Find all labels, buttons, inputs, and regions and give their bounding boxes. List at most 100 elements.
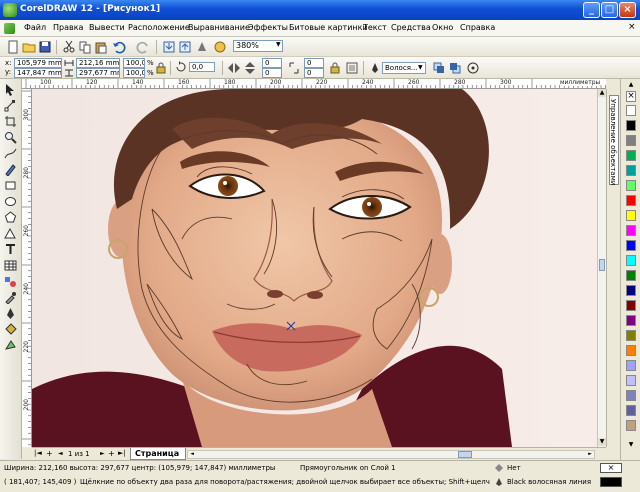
menu-edit[interactable]: Правка (53, 23, 83, 32)
pick-tool-icon[interactable] (4, 83, 17, 96)
height-field[interactable]: 297,677 mm (76, 68, 120, 78)
color-swatch[interactable] (626, 210, 636, 221)
vertical-scroll-thumb[interactable] (599, 259, 605, 271)
color-swatch[interactable] (626, 390, 636, 401)
last-page-icon[interactable]: ►| (118, 449, 126, 457)
portrait-artwork[interactable] (32, 89, 597, 447)
undo-icon[interactable] (112, 40, 126, 54)
color-swatch[interactable] (626, 180, 636, 191)
smart-fill-tool-icon[interactable] (4, 163, 17, 176)
palette-scroll-up-icon[interactable]: ▲ (626, 81, 636, 88)
application-launcher-icon[interactable] (195, 40, 209, 54)
first-page-icon[interactable]: |◄ (34, 449, 42, 457)
add-page-after-icon[interactable]: + (108, 449, 115, 458)
convert-to-curves-icon[interactable] (466, 61, 480, 75)
corel-online-icon[interactable] (213, 40, 227, 54)
color-swatch[interactable] (626, 240, 636, 251)
color-swatch[interactable] (626, 255, 636, 266)
color-swatch[interactable] (626, 315, 636, 326)
menu-view[interactable]: Вывести (89, 23, 125, 32)
color-swatch[interactable] (626, 345, 636, 356)
zoom-dropdown-arrow-icon[interactable]: ▼ (276, 41, 284, 51)
open-folder-icon[interactable] (22, 40, 36, 54)
save-icon[interactable] (38, 40, 52, 54)
color-swatch[interactable] (626, 120, 636, 131)
zoom-tool-icon[interactable] (4, 131, 17, 144)
corner-roundness-field-1[interactable]: 0 (262, 58, 282, 68)
outline-pen-icon[interactable] (370, 62, 380, 74)
menu-align[interactable]: Выравнивание (188, 23, 250, 32)
scroll-down-icon[interactable]: ▼ (598, 438, 606, 446)
paste-icon[interactable] (94, 40, 108, 54)
color-swatch[interactable] (626, 165, 636, 176)
horizontal-scrollbar[interactable]: ◄ ► (187, 450, 595, 459)
color-swatch[interactable] (626, 195, 636, 206)
color-swatch[interactable] (626, 405, 636, 416)
x-position-field[interactable]: 105,979 mm (14, 58, 62, 68)
color-swatch[interactable] (626, 300, 636, 311)
text-tool-icon[interactable] (4, 243, 17, 256)
scale-height-field[interactable]: 100,0 (123, 68, 145, 78)
page-tab-1[interactable]: Страница 1 (130, 448, 186, 469)
menu-help[interactable]: Справка (460, 23, 495, 32)
add-page-before-icon[interactable]: + (46, 449, 53, 458)
color-swatch[interactable] (626, 330, 636, 341)
color-swatch[interactable] (626, 150, 636, 161)
menu-bitmaps[interactable]: Битовые картинки (289, 23, 368, 32)
menu-file[interactable]: Файл (24, 23, 46, 32)
wrap-text-icon[interactable] (345, 61, 359, 75)
outline-dropdown-arrow-icon[interactable]: ▼ (418, 64, 423, 71)
mirror-vertical-icon[interactable] (243, 61, 257, 75)
vertical-scrollbar[interactable]: ▲ ▼ (597, 89, 606, 447)
menu-effects[interactable]: Эффекты (248, 23, 288, 32)
fill-tool-icon[interactable] (4, 323, 17, 336)
scroll-left-icon[interactable]: ◄ (188, 451, 196, 458)
color-swatch[interactable] (626, 105, 636, 116)
document-close-button[interactable]: × (628, 22, 636, 32)
to-front-icon[interactable] (432, 61, 446, 75)
polygon-tool-icon[interactable] (4, 211, 17, 224)
rectangle-tool-icon[interactable] (4, 179, 17, 192)
horizontal-scroll-thumb[interactable] (458, 451, 472, 458)
mirror-horizontal-icon[interactable] (227, 61, 241, 75)
vertical-ruler[interactable]: 300 280 260 240 220 200 (22, 89, 32, 447)
fill-swatch[interactable]: × (600, 463, 622, 473)
next-page-icon[interactable]: ► (100, 450, 105, 457)
outline-swatch[interactable] (600, 477, 622, 487)
color-swatch[interactable] (626, 270, 636, 281)
lock-ratio-icon[interactable] (156, 62, 166, 74)
corner-roundness-field-3[interactable]: 0 (304, 58, 324, 68)
menu-tools[interactable]: Средства (391, 23, 431, 32)
corner-roundness-field-4[interactable]: 0 (304, 68, 324, 78)
scale-width-field[interactable]: 100,0 (123, 58, 145, 68)
crop-tool-icon[interactable] (4, 115, 17, 128)
lock-corners-icon[interactable] (329, 61, 341, 75)
horizontal-ruler[interactable]: 100 120 140 160 180 200 220 240 260 280 … (22, 79, 606, 89)
drawing-canvas[interactable] (32, 89, 597, 447)
color-swatch[interactable] (626, 420, 636, 431)
interactive-fill-tool-icon[interactable] (4, 339, 17, 352)
corner-roundness-field-2[interactable]: 0 (262, 68, 282, 78)
menu-window[interactable]: Окно (432, 23, 453, 32)
menu-arrange[interactable]: Расположение (128, 23, 190, 32)
outline-tool-icon[interactable] (4, 307, 17, 320)
ellipse-tool-icon[interactable] (4, 195, 17, 208)
cut-icon[interactable] (62, 40, 76, 54)
interactive-blend-tool-icon[interactable] (4, 275, 17, 288)
freehand-tool-icon[interactable] (4, 147, 17, 160)
no-color-swatch[interactable]: × (626, 91, 636, 102)
eyedropper-tool-icon[interactable] (4, 291, 17, 304)
rotation-angle-field[interactable]: 0,0 (189, 62, 215, 72)
color-swatch[interactable] (626, 375, 636, 386)
color-swatch[interactable] (626, 285, 636, 296)
maximize-button[interactable]: □ (601, 2, 618, 18)
object-manager-docker-tab[interactable]: Управление объектами (606, 89, 620, 447)
color-swatch[interactable] (626, 225, 636, 236)
basic-shapes-tool-icon[interactable] (4, 227, 17, 240)
menu-text[interactable]: Текст (363, 23, 387, 32)
import-icon[interactable] (162, 40, 176, 54)
close-button[interactable]: × (619, 2, 636, 18)
table-tool-icon[interactable] (4, 259, 17, 272)
copy-icon[interactable] (78, 40, 92, 54)
scroll-right-icon[interactable]: ► (586, 451, 594, 458)
